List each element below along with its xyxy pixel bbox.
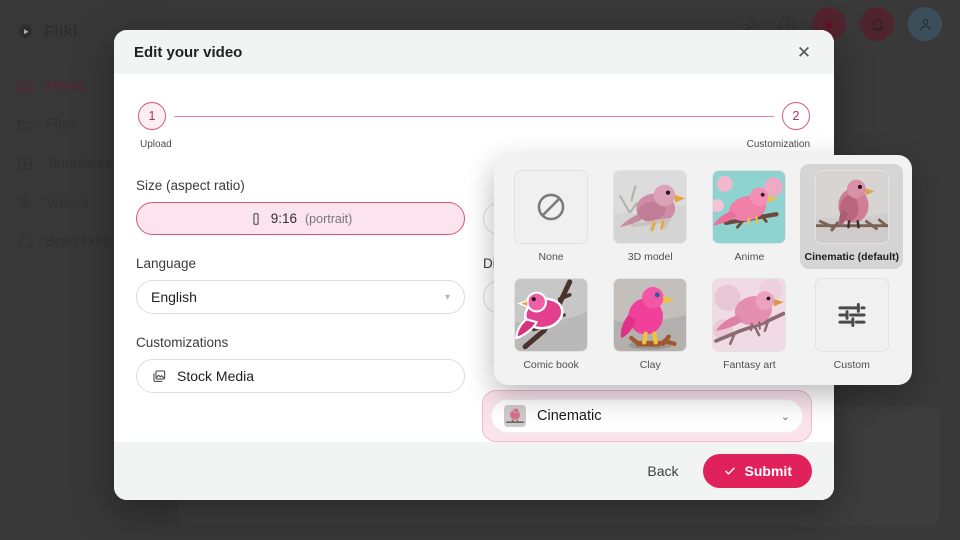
stepper-connector-line <box>174 116 774 117</box>
style-option-label: Fantasy art <box>723 358 776 371</box>
close-icon[interactable]: ✕ <box>792 40 816 64</box>
stepper-step-upload[interactable]: 1 Upload <box>138 102 212 150</box>
style-option-cinematic[interactable]: Cinematic (default) <box>800 164 903 269</box>
images-icon <box>151 368 167 384</box>
size-option-9-16[interactable]: 9:16 (portrait) <box>136 202 465 235</box>
style-picker-popup: None 3D model Anime Cinematic (default) … <box>494 155 912 385</box>
style-option-label: None <box>538 251 564 263</box>
style-option-custom[interactable]: Custom <box>800 272 903 377</box>
modal-title: Edit your video <box>134 43 243 61</box>
stock-media-value: Stock Media <box>177 368 255 384</box>
style-thumbnail <box>613 170 688 244</box>
language-field: Language English ▾ <box>136 256 465 314</box>
stepper-step-label: Upload <box>140 139 172 150</box>
style-thumbnail <box>514 277 589 352</box>
size-option-suffix: (portrait) <box>305 211 353 226</box>
submit-button-label: Submit <box>744 463 792 479</box>
back-button[interactable]: Back <box>641 457 684 485</box>
style-thumbnail <box>712 277 787 352</box>
style-option-3d-model[interactable]: 3D model <box>602 164 698 269</box>
style-thumbnail <box>613 277 688 352</box>
stepper-step-label: Customization <box>746 139 810 150</box>
stock-media-select[interactable]: Stock Media <box>136 359 465 393</box>
language-select[interactable]: English ▾ <box>136 280 465 314</box>
style-select-value: Cinematic <box>537 408 602 424</box>
size-option-value: 9:16 <box>270 211 298 226</box>
customizations-field-label: Customizations <box>136 335 229 350</box>
stepper-step-number: 2 <box>782 102 810 130</box>
sliders-icon <box>814 277 889 352</box>
check-icon <box>723 464 737 478</box>
style-option-none[interactable]: None <box>503 164 599 269</box>
no-style-icon <box>514 170 589 244</box>
style-option-label: Anime <box>734 251 765 263</box>
customizations-field: Customizations Stock Media <box>136 335 465 393</box>
portrait-rect-icon <box>249 212 263 226</box>
style-select-highlight: Cinematic ⌄ <box>482 390 812 442</box>
style-thumbnail <box>712 170 787 244</box>
style-select[interactable]: Cinematic ⌄ <box>491 399 803 433</box>
style-option-label: Clay <box>639 358 661 371</box>
modal-header: Edit your video ✕ <box>114 30 834 74</box>
stepper-step-number: 1 <box>138 102 166 130</box>
language-select-value: English <box>151 289 197 305</box>
style-option-label: Cinematic (default) <box>804 251 899 263</box>
stepper: 1 Upload 2 Customization <box>138 102 810 150</box>
style-option-label: Custom <box>833 358 870 371</box>
language-field-label: Language <box>136 256 197 271</box>
modal-footer: Back Submit <box>114 442 834 500</box>
style-option-clay[interactable]: Clay <box>602 272 698 377</box>
style-option-comic-book[interactable]: Comic book <box>503 272 599 377</box>
style-option-label: Comic book <box>523 358 579 371</box>
style-option-anime[interactable]: Anime <box>701 164 797 269</box>
stepper-step-customization[interactable]: 2 Customization <box>736 102 810 150</box>
bird-thumbnail-icon <box>504 405 526 427</box>
style-option-fantasy-art[interactable]: Fantasy art <box>701 272 797 377</box>
style-option-label: 3D model <box>627 251 673 263</box>
chevron-down-icon: ⌄ <box>780 410 790 423</box>
submit-button[interactable]: Submit <box>702 454 812 488</box>
chevron-down-icon: ▾ <box>444 291 450 303</box>
style-thumbnail <box>814 170 889 244</box>
